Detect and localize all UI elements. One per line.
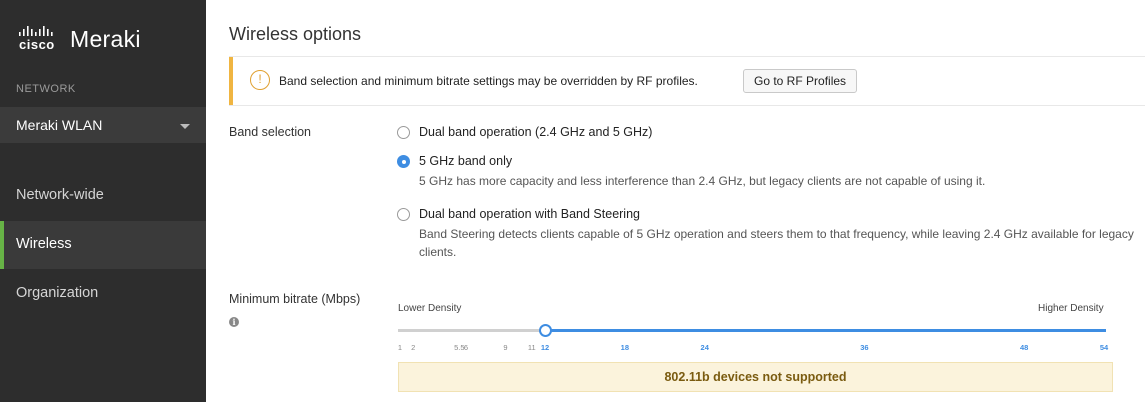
cisco-logo: cisco — [16, 22, 64, 56]
rf-profile-notice: ! Band selection and minimum bitrate set… — [229, 56, 1145, 106]
network-section-label: NETWORK — [16, 83, 76, 95]
meraki-logo[interactable]: cisco Meraki — [16, 22, 141, 56]
slider-tick-label: 2 — [411, 343, 416, 352]
info-icon[interactable]: i — [229, 317, 239, 327]
slider-tick-label: 48 — [1019, 343, 1029, 352]
network-selector[interactable]: Meraki WLAN — [0, 107, 206, 143]
slider-tick-label: 6 — [463, 343, 468, 352]
radio-title: Dual band operation with Band Steering — [419, 207, 640, 221]
sidebar-item-wireless[interactable]: Wireless — [0, 221, 206, 269]
slider-tick-label: 1 — [397, 343, 403, 352]
warning-circle-icon: ! — [250, 70, 270, 90]
slider-tick-label: 18 — [620, 343, 630, 352]
go-to-rf-profiles-button[interactable]: Go to RF Profiles — [743, 69, 858, 93]
slider-handle[interactable] — [539, 324, 552, 337]
chevron-down-icon — [180, 124, 190, 129]
main-content: Wireless options ! Band selection and mi… — [206, 0, 1145, 402]
active-indicator — [0, 221, 4, 269]
network-selector-value: Meraki WLAN — [16, 117, 103, 133]
sidebar-item-network-wide[interactable]: Network-wide — [0, 172, 206, 220]
bitrate-support-note: 802.11b devices not supported — [398, 362, 1113, 392]
higher-density-label: Higher Density — [1038, 303, 1104, 314]
slider-tick-label: 9 — [503, 343, 508, 352]
radio-title: 5 GHz band only — [419, 154, 513, 168]
minimum-bitrate-slider[interactable] — [398, 323, 1106, 339]
slider-tick-label: 54 — [1099, 343, 1109, 352]
radio-title: Dual band operation (2.4 GHz and 5 GHz) — [419, 125, 653, 139]
sidebar-item-organization[interactable]: Organization — [0, 270, 206, 318]
sidebar-item-label: Organization — [16, 285, 99, 301]
sidebar-item-label: Wireless — [16, 236, 72, 252]
page-title: Wireless options — [229, 24, 362, 44]
slider-tick-label: 36 — [860, 343, 869, 352]
lower-density-label: Lower Density — [398, 303, 462, 314]
radio-5ghz-only[interactable] — [397, 155, 410, 168]
radio-description: 5 GHz has more capacity and less interfe… — [419, 174, 986, 188]
slider-tick-label: 24 — [700, 343, 709, 352]
minimum-bitrate-label: Minimum bitrate (Mbps) — [229, 292, 361, 306]
meraki-wordmark: Meraki — [70, 26, 141, 52]
cisco-wordmark: cisco — [19, 37, 55, 52]
slider-track-active — [545, 329, 1106, 332]
radio-description: Band Steering detects clients capable of… — [419, 227, 1134, 259]
slider-tick-label: 11 — [527, 343, 536, 352]
slider-tick-label: 12 — [540, 343, 550, 352]
band-selection-label: Band selection — [229, 125, 312, 139]
radio-band-steering[interactable] — [397, 208, 410, 221]
slider-track-inactive — [398, 329, 545, 332]
warning-stripe — [229, 57, 233, 105]
sidebar-item-label: Network-wide — [16, 187, 104, 203]
notice-message: Band selection and minimum bitrate setti… — [279, 74, 698, 88]
radio-dual-band[interactable] — [397, 126, 410, 139]
sidebar: cisco Meraki NETWORK Meraki WLAN Network… — [0, 0, 206, 402]
slider-ticks: 1 2 5.5 6 9 11 12 18 24 36 48 54 — [397, 343, 1109, 355]
